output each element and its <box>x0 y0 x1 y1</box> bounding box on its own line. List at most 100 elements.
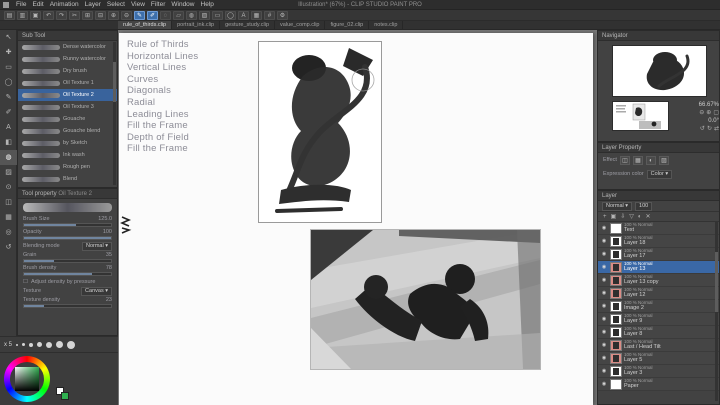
layer-row-selected[interactable]: ◉ 100 % Normal Layer 13 <box>598 261 719 274</box>
copy-icon[interactable]: ⊞ <box>82 10 93 20</box>
fill-tool-icon[interactable]: ◧ <box>0 135 17 150</box>
layer-mask-icon[interactable]: ◐ <box>638 212 642 222</box>
extract-line-effect-icon[interactable]: ▨ <box>658 155 669 165</box>
zoom-in-icon[interactable]: ⊕ <box>706 109 711 117</box>
brush-size-dot[interactable] <box>56 341 64 348</box>
new-layer-icon[interactable]: + <box>603 212 607 222</box>
layer-thumbnail[interactable] <box>610 339 622 351</box>
saturation-value-square[interactable] <box>15 367 39 391</box>
save-icon[interactable]: ▣ <box>30 10 41 20</box>
checkbox-icon[interactable]: ☐ <box>23 279 28 285</box>
document-tab[interactable]: gesture_study.clip <box>220 21 276 29</box>
texture-dropdown[interactable]: Canvas ▾ <box>81 286 112 296</box>
navigator-thumbnail-page[interactable] <box>612 101 669 131</box>
tone-effect-icon[interactable]: ▦ <box>632 155 643 165</box>
cut-icon[interactable]: ✂ <box>69 10 80 20</box>
layer-row[interactable]: ◉ 100 % Normal Layer 5 <box>598 352 719 365</box>
menu-window[interactable]: Window <box>168 0 197 10</box>
layer-thumbnail[interactable] <box>610 365 622 377</box>
menu-layer[interactable]: Layer <box>82 0 104 10</box>
layer-row[interactable]: ◉ 100 % Normal Last / Head Tilt <box>598 339 719 352</box>
layer-thumbnail[interactable] <box>610 274 622 286</box>
frame-tool-icon[interactable]: ◫ <box>0 195 17 210</box>
fill-tool-icon[interactable]: ◍ <box>186 10 197 20</box>
navigator-thumbnail-main[interactable] <box>612 45 707 97</box>
main-color-swatch[interactable] <box>61 392 69 400</box>
brush-item[interactable]: Ink wash <box>18 149 117 161</box>
brush-size-dot[interactable] <box>46 341 53 348</box>
snap-icon[interactable]: # <box>264 10 275 20</box>
new-folder-icon[interactable]: ▣ <box>611 212 617 222</box>
undo-icon[interactable]: ↶ <box>43 10 54 20</box>
gradient-tool-icon[interactable]: ▨ <box>0 165 17 180</box>
brush-size-dot[interactable] <box>22 343 26 346</box>
brush-item[interactable]: by Sketch <box>18 137 117 149</box>
redo-icon[interactable]: ↷ <box>56 10 67 20</box>
menu-animation[interactable]: Animation <box>47 0 82 10</box>
visibility-icon[interactable]: ◉ <box>600 381 608 387</box>
visibility-icon[interactable]: ◉ <box>600 303 608 309</box>
brush-item[interactable]: Oil Texture 3 <box>18 101 117 113</box>
brush-density-slider[interactable]: Brush density 78 <box>18 264 117 277</box>
fit-to-screen-icon[interactable]: ▢ <box>713 109 719 117</box>
visibility-icon[interactable]: ◉ <box>600 329 608 335</box>
layer-blend-dropdown[interactable]: Normal ▾ <box>602 201 633 211</box>
new-file-icon[interactable]: ▤ <box>4 10 15 20</box>
document-tab[interactable]: figure_02.clip <box>325 21 370 29</box>
paste-icon[interactable]: ⊟ <box>95 10 106 20</box>
layer-row[interactable]: ◉ 100 % Normal Layer 8 <box>598 326 719 339</box>
menu-filter[interactable]: Filter <box>148 0 168 10</box>
border-effect-icon[interactable]: ◫ <box>619 155 630 165</box>
eyedropper-tool-icon[interactable]: ⊙ <box>0 180 17 195</box>
layer-color-effect-icon[interactable]: ◐ <box>645 155 656 165</box>
marquee-tool-icon[interactable]: ▭ <box>0 60 17 75</box>
layer-row[interactable]: ◉ 100 % Normal Layer 18 <box>598 235 719 248</box>
lasso-tool-icon[interactable]: ◯ <box>225 10 236 20</box>
brush-tool-icon[interactable]: ◍ <box>0 150 17 165</box>
brush-size-dot[interactable] <box>37 342 43 347</box>
brush-size-dot[interactable] <box>16 343 19 346</box>
layer-row[interactable]: ◉ 100 % Normal Layer 17 <box>598 248 719 261</box>
lasso-tool-icon[interactable]: ◯ <box>0 75 17 90</box>
brush-item[interactable]: Rough pen <box>18 161 117 173</box>
layer-thumbnail[interactable] <box>610 313 622 325</box>
menu-view[interactable]: View <box>128 0 148 10</box>
document-tab[interactable]: rule_of_thirds.clip <box>118 21 173 29</box>
pen-tool-icon[interactable]: ✎ <box>134 10 145 20</box>
visibility-icon[interactable]: ◉ <box>600 225 608 231</box>
document-tab[interactable]: value_comp.clip <box>275 21 326 29</box>
layer-thumbnail[interactable] <box>610 378 622 390</box>
layer-thumbnail[interactable] <box>610 261 622 273</box>
layer-thumbnail[interactable] <box>610 287 622 299</box>
select-tool-icon[interactable]: ↖ <box>0 30 17 45</box>
grid-icon[interactable]: ▦ <box>251 10 262 20</box>
layer-thumbnail[interactable] <box>610 235 622 247</box>
selection-tool-icon[interactable]: ▭ <box>212 10 223 20</box>
visibility-icon[interactable]: ◉ <box>600 368 608 374</box>
blending-mode-dropdown[interactable]: Normal ▾ <box>81 241 112 251</box>
brush-item[interactable]: Runny watercolor <box>18 53 117 65</box>
document-tab[interactable]: notes.clip <box>369 21 404 29</box>
zoom-tool-icon[interactable]: ◎ <box>0 225 17 240</box>
canvas-page[interactable]: Rule of Thirds Horizontal Lines Vertical… <box>119 33 593 405</box>
text-tool-icon[interactable]: A <box>238 10 249 20</box>
brush-size-dot[interactable] <box>67 340 76 349</box>
visibility-icon[interactable]: ◉ <box>600 290 608 296</box>
layer-thumbnail[interactable] <box>610 326 622 338</box>
zoom-out-icon[interactable]: ⊖ <box>699 109 704 117</box>
menu-help[interactable]: Help <box>198 0 217 10</box>
expression-color-dropdown[interactable]: Color ▾ <box>646 169 673 179</box>
visibility-icon[interactable]: ◉ <box>600 264 608 270</box>
brush-item[interactable]: Dry brush <box>18 65 117 77</box>
brush-item[interactable]: Oil Texture 1 <box>18 77 117 89</box>
layer-thumbnail[interactable] <box>610 352 622 364</box>
rotate-right-icon[interactable]: ↻ <box>707 125 712 133</box>
zoom-out-icon[interactable]: ⊖ <box>121 10 132 20</box>
layer-row[interactable]: ◉ 100 % Normal Image 2 <box>598 300 719 313</box>
opacity-slider[interactable]: Opacity 100 <box>18 228 117 241</box>
canvas-area[interactable]: Rule of Thirds Horizontal Lines Vertical… <box>118 30 597 405</box>
merge-down-icon[interactable]: ▽ <box>629 212 634 222</box>
brush-item[interactable]: Blend <box>18 173 117 185</box>
texture-density-slider[interactable]: Texture density 23 <box>18 296 117 309</box>
visibility-icon[interactable]: ◉ <box>600 251 608 257</box>
